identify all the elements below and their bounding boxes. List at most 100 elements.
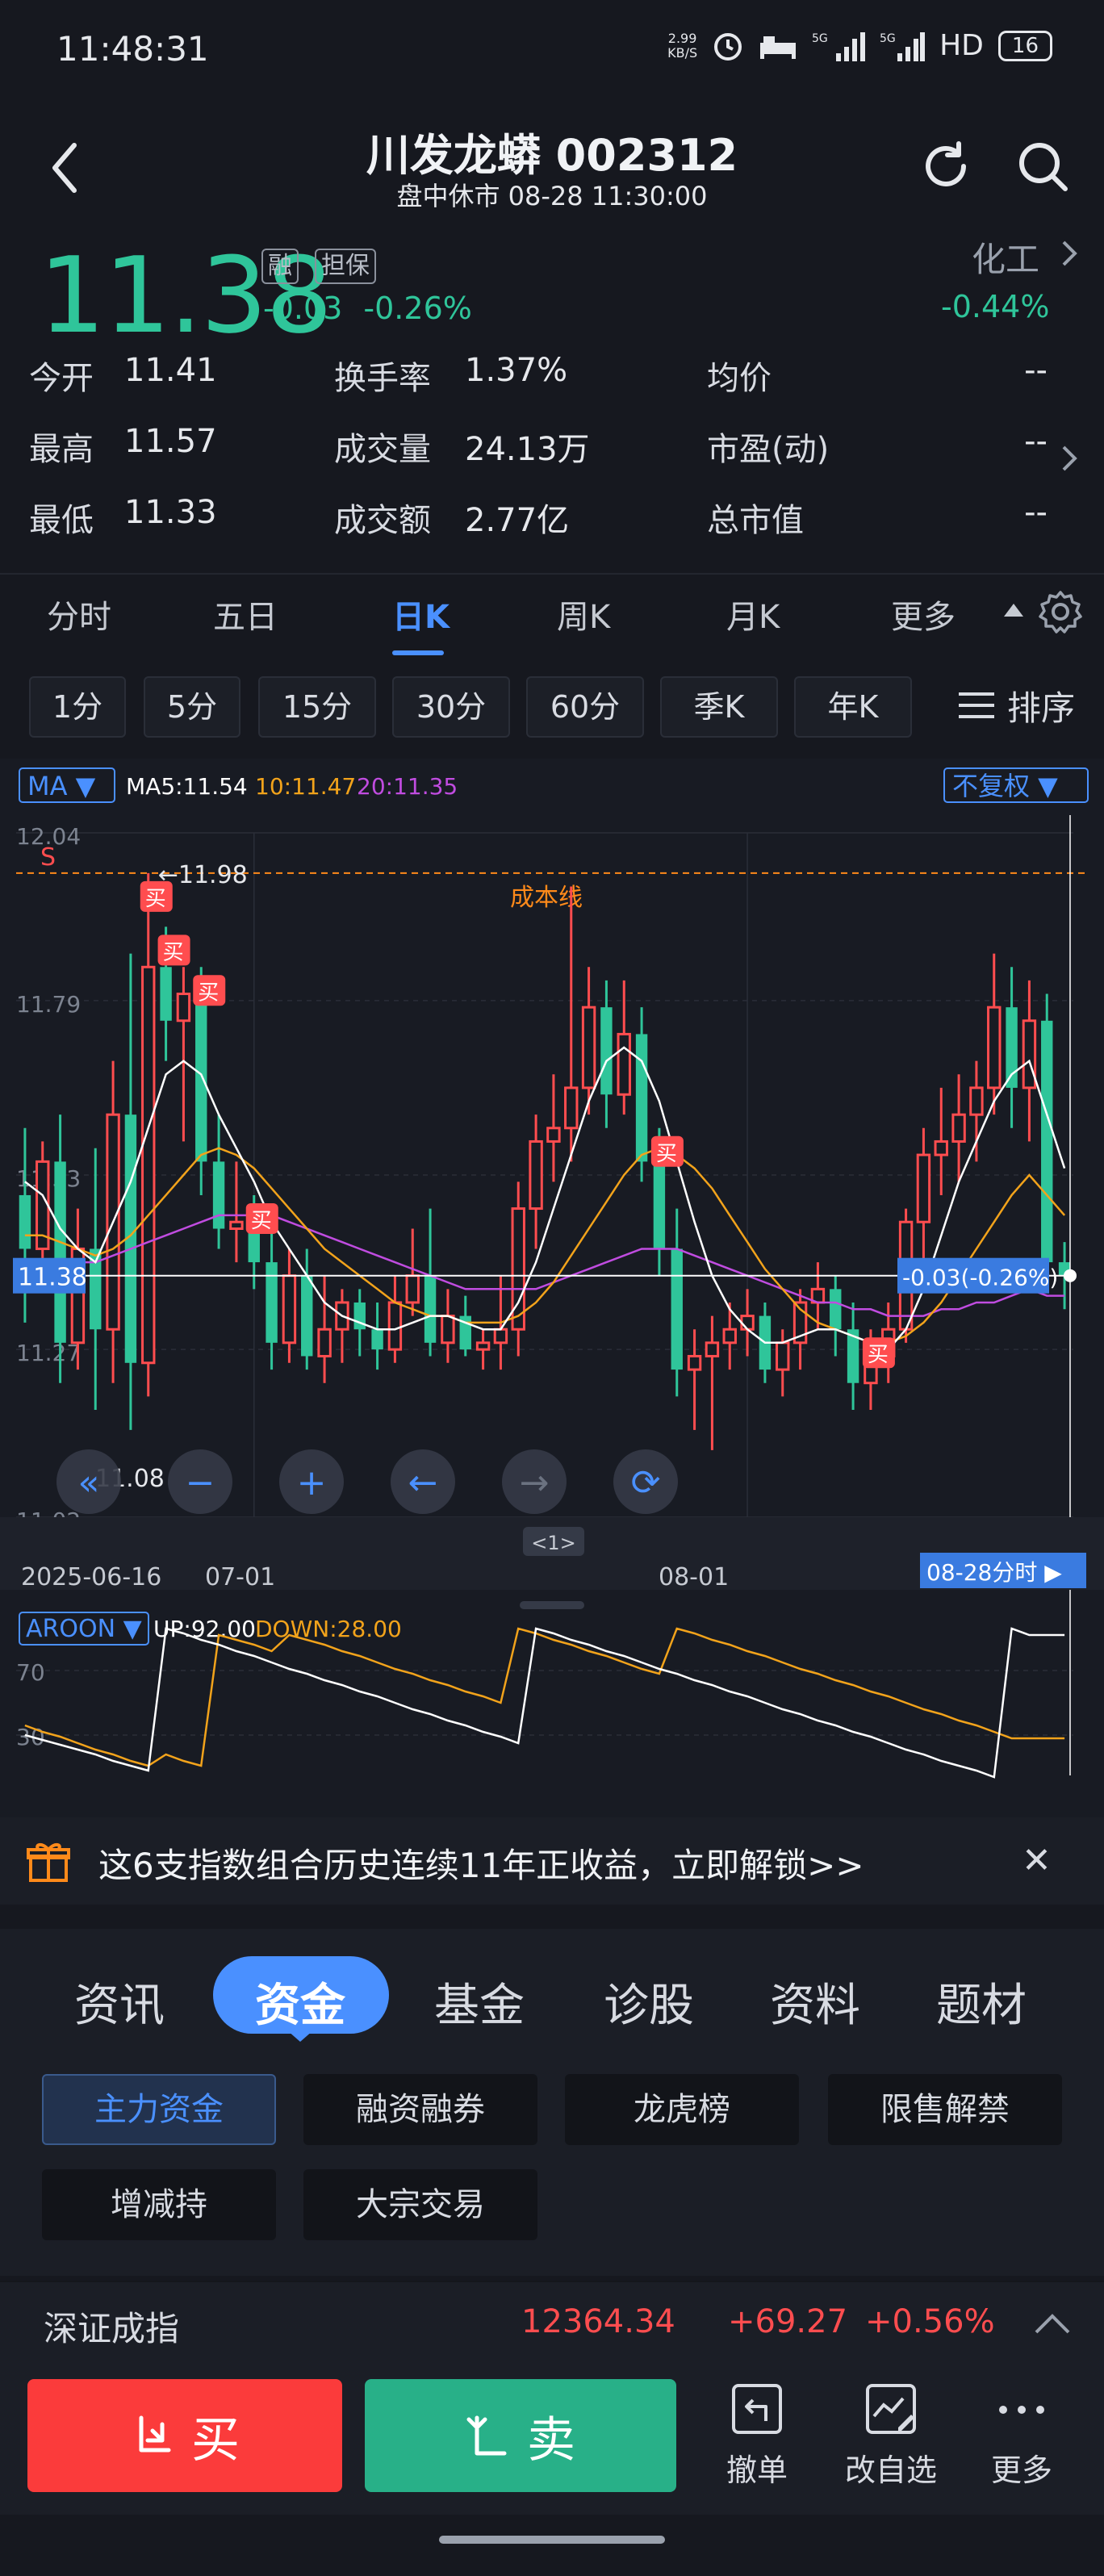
aroon-down-label: DOWN:28.00 bbox=[255, 1616, 402, 1642]
aroon-tick-label: 70 bbox=[16, 1659, 45, 1686]
info-tab[interactable]: 资料 bbox=[770, 1969, 860, 2034]
candle-body bbox=[916, 1153, 931, 1223]
edit-watchlist-button[interactable]: 改自选 bbox=[826, 2381, 956, 2490]
candle-body bbox=[441, 1315, 455, 1344]
interval-button[interactable]: 15分 bbox=[258, 676, 376, 738]
tab-period[interactable]: 日K bbox=[392, 591, 450, 638]
candle-body bbox=[987, 1006, 1002, 1089]
ma-legend-item: 10:11.47 bbox=[255, 773, 356, 800]
candle-body bbox=[301, 1275, 313, 1357]
current-price-label: 11.38 bbox=[18, 1264, 87, 1292]
gear-icon[interactable] bbox=[1036, 588, 1085, 636]
refresh-icon[interactable] bbox=[917, 137, 975, 195]
adjust-selector-label[interactable]: 不复权 ▼ bbox=[952, 771, 1058, 801]
stat-label: 总市值 bbox=[707, 502, 804, 539]
candle-body bbox=[529, 1140, 543, 1211]
intraday-link-label[interactable]: 08-28分时 ▶ bbox=[926, 1559, 1062, 1586]
svg-text:5G: 5G bbox=[812, 32, 828, 45]
sell-signal-marker: S bbox=[40, 843, 56, 872]
stat-value: 1.37% bbox=[465, 352, 568, 389]
chevron-right-icon[interactable] bbox=[1057, 441, 1081, 476]
status-clock: 11:48:31 bbox=[56, 29, 209, 69]
current-change-label: -0.03(-0.26%) bbox=[902, 1265, 1058, 1291]
sell-arrow-icon bbox=[466, 2415, 507, 2456]
chevron-up-icon[interactable] bbox=[1031, 2308, 1073, 2340]
margin-tag: 融 bbox=[261, 249, 299, 284]
stat-value: 11.33 bbox=[124, 494, 217, 531]
undo-icon bbox=[732, 2384, 782, 2434]
change-percent: -0.26% bbox=[363, 291, 472, 326]
tab-period[interactable]: 月K bbox=[726, 591, 780, 638]
info-tab[interactable]: 资金 bbox=[255, 1969, 345, 2034]
candle-body bbox=[969, 1086, 984, 1116]
panel-divider-handle[interactable] bbox=[520, 1601, 584, 1609]
chevron-right-icon[interactable] bbox=[1057, 236, 1081, 271]
tab-period[interactable]: 五日 bbox=[213, 591, 278, 638]
candle-body bbox=[600, 1007, 613, 1095]
interval-button[interactable]: 60分 bbox=[526, 676, 644, 738]
fund-sub-button[interactable]: 限售解禁 bbox=[828, 2074, 1062, 2145]
info-tab[interactable]: 资讯 bbox=[74, 1969, 165, 2034]
fund-sub-button[interactable]: 融资融券 bbox=[303, 2074, 537, 2145]
candle-body bbox=[1041, 1020, 1053, 1263]
fund-sub-button[interactable]: 大宗交易 bbox=[303, 2169, 537, 2240]
signal-5g-icon: 5G bbox=[812, 31, 866, 61]
fund-sub-button[interactable]: 主力资金 bbox=[42, 2074, 276, 2145]
interval-button[interactable]: 季K bbox=[660, 676, 778, 738]
sell-button[interactable]: 卖 bbox=[365, 2379, 676, 2492]
change-amount: -0.03 bbox=[263, 291, 343, 326]
interval-button[interactable]: 1分 bbox=[29, 676, 126, 738]
stat-value: -- bbox=[1024, 494, 1048, 531]
tab-period[interactable]: 周K bbox=[557, 591, 610, 638]
stat-label: 市盈(动) bbox=[707, 431, 830, 468]
x-tick-label: 08-01 bbox=[659, 1563, 729, 1591]
x-tick-label: 07-01 bbox=[205, 1563, 275, 1591]
bed-icon bbox=[760, 36, 797, 59]
cancel-order-button[interactable]: 撤单 bbox=[692, 2381, 822, 2490]
zoom-out-icon-glyph: − bbox=[186, 1462, 215, 1503]
stat-value: 24.13万 bbox=[465, 431, 590, 468]
info-tab[interactable]: 基金 bbox=[434, 1969, 525, 2034]
more-button[interactable]: 更多 bbox=[957, 2381, 1086, 2490]
candle-body bbox=[212, 1161, 225, 1229]
interval-button[interactable]: 5分 bbox=[144, 676, 240, 738]
stat-value: -- bbox=[1024, 352, 1048, 389]
candle-body bbox=[387, 1301, 403, 1351]
candle-body bbox=[653, 1161, 666, 1249]
ma-selector-label[interactable]: MA ▼ bbox=[27, 771, 96, 801]
active-tab-indicator bbox=[392, 650, 444, 655]
kline-chart[interactable]: MA ▼ MA5:11.54 10:11.47 20:11.35 不复权 ▼12.041… bbox=[0, 759, 1104, 1824]
kline-chart-area[interactable]: MA ▼ MA5:11.54 10:11.47 20:11.35 不复权 ▼ 12.04 1… bbox=[0, 759, 1104, 1824]
interval-button[interactable]: 30分 bbox=[392, 676, 510, 738]
candle-body bbox=[722, 1328, 737, 1344]
candle-body bbox=[546, 1127, 561, 1143]
more-dots-icon bbox=[999, 2406, 1044, 2414]
chart-edit-icon bbox=[866, 2384, 916, 2434]
candle-body bbox=[317, 1328, 332, 1357]
buy-button[interactable]: 买 bbox=[27, 2379, 342, 2492]
candle-body bbox=[405, 1274, 420, 1304]
info-tab[interactable]: 诊股 bbox=[604, 1969, 694, 2034]
status-icons: 2.99 KB/S 5G 5G HD 16 bbox=[667, 29, 1052, 62]
sort-button[interactable]: 排序 bbox=[957, 673, 1075, 738]
promo-text[interactable]: 这6支指数组合历史连续11年正收益，立即解锁>> bbox=[98, 1838, 864, 1888]
info-tab[interactable]: 题材 bbox=[936, 1969, 1027, 2034]
candle-body bbox=[195, 993, 207, 1162]
stat-label: 最低 bbox=[29, 502, 94, 539]
menu-icon bbox=[959, 692, 994, 718]
aroon-selector-label[interactable]: AROON ▼ bbox=[26, 1615, 142, 1643]
fund-sub-button[interactable]: 龙虎榜 bbox=[565, 2074, 799, 2145]
svg-text:5G: 5G bbox=[880, 32, 896, 45]
close-icon[interactable]: ✕ bbox=[1022, 1840, 1052, 1881]
fund-sub-button[interactable]: 增减持 bbox=[42, 2169, 276, 2240]
candle-body bbox=[740, 1315, 755, 1331]
sector-link[interactable]: 化工 bbox=[972, 232, 1039, 282]
index-name[interactable]: 深证成指 bbox=[44, 2302, 179, 2351]
interval-button[interactable]: 年K bbox=[794, 676, 912, 738]
search-icon[interactable] bbox=[1014, 137, 1072, 195]
candle-body bbox=[617, 1032, 631, 1096]
tab-period[interactable]: 分时 bbox=[47, 591, 111, 638]
status-bar: 11:48:31 2.99 KB/S 5G 5G HD 16 bbox=[0, 0, 1104, 105]
rotate-icon-glyph: ⟳ bbox=[631, 1462, 661, 1503]
tab-period[interactable]: 更多 bbox=[891, 591, 956, 638]
